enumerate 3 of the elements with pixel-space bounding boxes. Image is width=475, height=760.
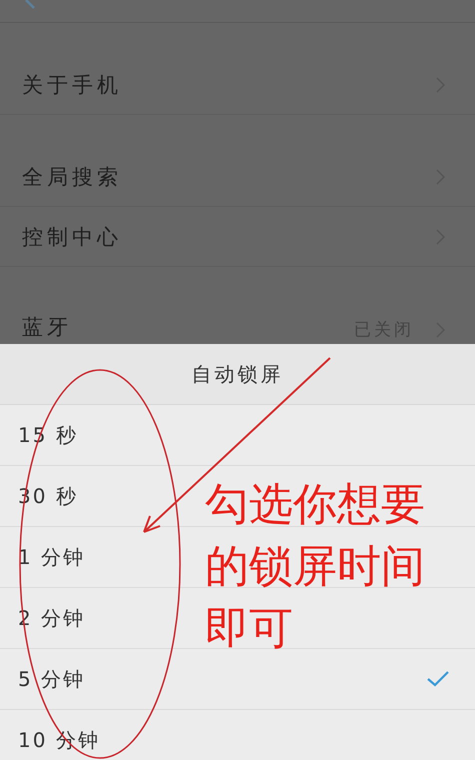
option-label[interactable]: 5 分钟 (18, 666, 86, 692)
annotation-text: 勾选你想要的锁屏时间即可 (205, 478, 426, 656)
sheet-title: 自动锁屏 (0, 344, 475, 405)
